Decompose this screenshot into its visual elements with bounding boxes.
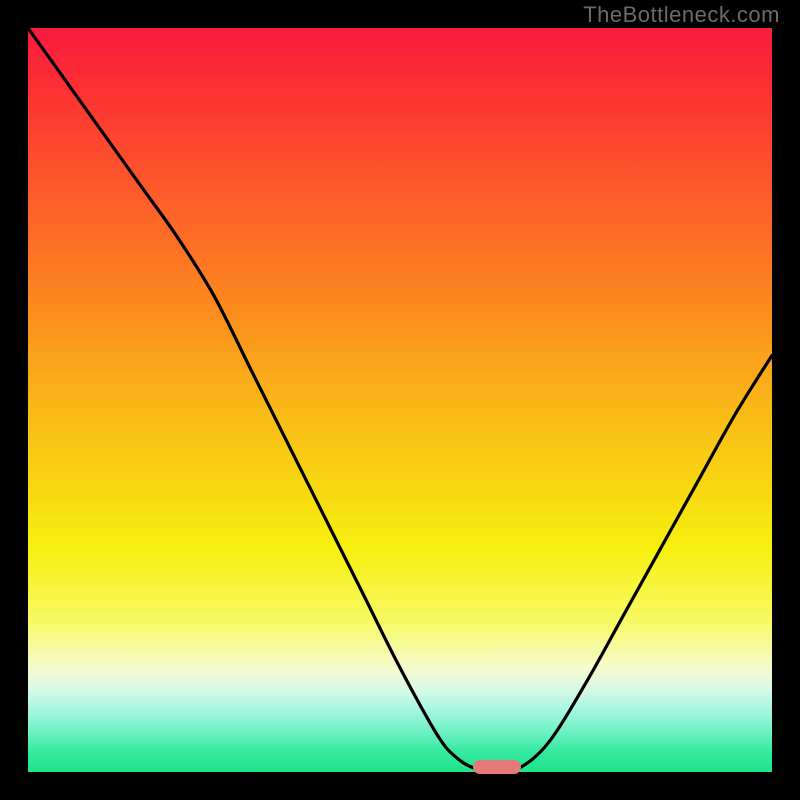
bottleneck-curve [28,28,772,772]
optimal-marker [473,760,521,774]
plot-area [28,28,772,772]
chart-frame: TheBottleneck.com [0,0,800,800]
watermark-text: TheBottleneck.com [583,2,780,28]
